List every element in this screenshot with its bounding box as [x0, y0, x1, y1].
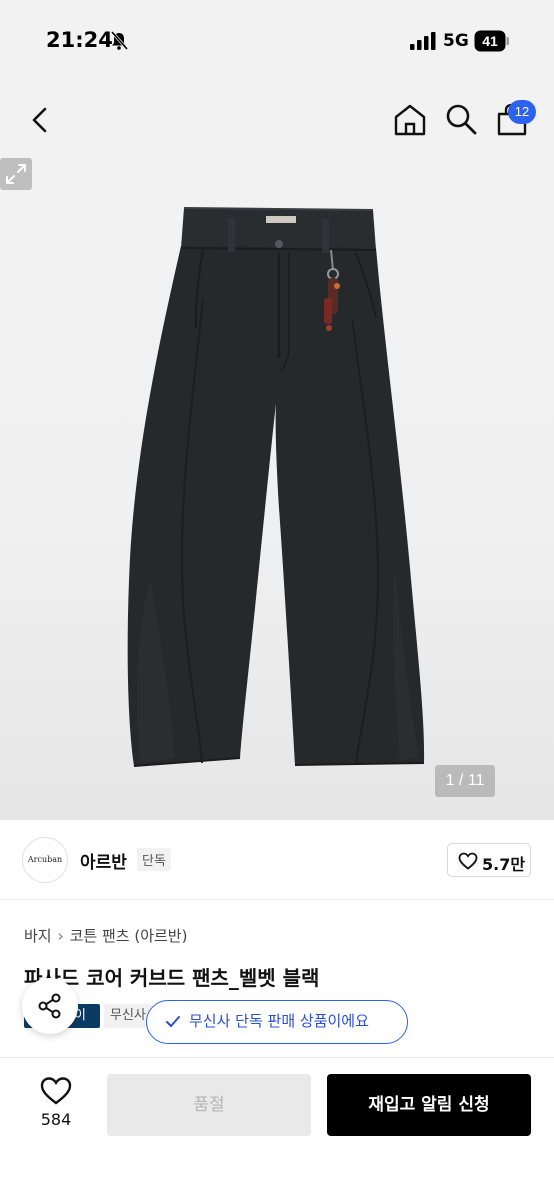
- exclusive-tag: 단독: [137, 848, 171, 871]
- brand-like-button[interactable]: 5.7만: [447, 843, 531, 877]
- wishlist-button[interactable]: 584: [28, 1074, 84, 1134]
- share-icon: [38, 993, 61, 1019]
- share-button[interactable]: [22, 978, 78, 1034]
- product-badge-light: 무신사: [104, 1004, 152, 1028]
- status-time: 21:24: [46, 28, 113, 52]
- exclusive-notice: 무신사 단독 판매 상품이에요: [146, 1000, 408, 1044]
- exclusive-notice-text: 무신사 단독 판매 상품이에요: [189, 1012, 369, 1030]
- cart-count-badge: 12: [508, 100, 536, 124]
- chevron-right-icon: ›: [57, 927, 64, 945]
- home-icon[interactable]: [392, 102, 428, 138]
- brand-logo[interactable]: Arcuban: [22, 837, 68, 883]
- brand-like-count: 5.7만: [482, 855, 526, 874]
- product-image: [127, 207, 425, 767]
- breadcrumb-subcategory[interactable]: 코튼 팬츠 (아르반): [70, 925, 188, 946]
- breadcrumb: 바지 › 코튼 팬츠 (아르반): [24, 925, 187, 946]
- status-bar: 21:24 5G 41: [0, 0, 554, 82]
- soldout-button: 품절: [107, 1074, 311, 1136]
- wishlist-count: 584: [40, 1110, 72, 1129]
- battery-icon: 41: [474, 30, 509, 52]
- brand-row[interactable]: Arcuban 아르반 단독 5.7만: [0, 820, 554, 900]
- expand-icon[interactable]: [0, 158, 32, 190]
- signal-icon: [410, 32, 436, 50]
- search-icon[interactable]: [444, 102, 478, 136]
- check-icon: [166, 1016, 180, 1027]
- image-counter: 1 / 11: [435, 765, 495, 797]
- restock-alert-button[interactable]: 재입고 알림 신청: [327, 1074, 531, 1136]
- back-icon[interactable]: [24, 104, 56, 136]
- product-image-gallery[interactable]: 1 / 11: [0, 158, 554, 820]
- network-type: 5G: [443, 31, 469, 51]
- bottom-action-bar: 584 품절 재입고 알림 신청: [0, 1057, 554, 1200]
- breadcrumb-category[interactable]: 바지: [24, 925, 52, 946]
- heart-icon: [458, 852, 478, 870]
- brand-name[interactable]: 아르반: [80, 848, 127, 873]
- heart-icon: [40, 1077, 72, 1105]
- bell-muted-icon: [110, 31, 128, 50]
- top-nav: 12: [0, 82, 554, 158]
- battery-level: 41: [482, 33, 498, 49]
